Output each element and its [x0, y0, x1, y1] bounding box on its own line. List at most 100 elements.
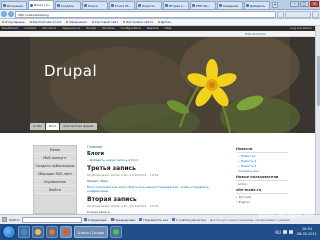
browser-tab[interactable]: Сведения [217, 1, 243, 9]
taskbar-active-window[interactable]: Блоги | Drupal [74, 226, 108, 238]
tab-favicon [3, 4, 6, 7]
main-menu-item[interactable]: О Нас [30, 123, 46, 130]
post-title[interactable]: Вторая запись [87, 196, 227, 203]
user-link[interactable]: admin [236, 182, 288, 186]
post-body: Привет, Мир! [87, 179, 109, 183]
browser-tab[interactable]: Новое [82, 1, 108, 9]
browser-tab[interactable]: Новость [136, 1, 162, 9]
find-previous-button[interactable]: Предыдущее [110, 218, 135, 222]
taskbar-icon-firefox[interactable] [60, 226, 72, 238]
find-input[interactable] [21, 216, 82, 223]
add-post-label: Добавить новую запись в блог. [89, 158, 140, 162]
tab-label: Вторая з... [169, 3, 186, 8]
bookmark-item[interactable]: Дрпал [157, 20, 171, 24]
left-menu-item[interactable]: Сборщик RSS-лент [34, 170, 76, 178]
bookmark-item[interactable]: Настройки сайта [123, 20, 153, 24]
taskbar-icon-ie[interactable] [18, 226, 30, 238]
left-menu-item[interactable]: Управление [34, 178, 76, 186]
clock[interactable]: 10:54 08.05.2011 [297, 227, 317, 237]
match-case-checkbox[interactable]: С учётом регистра [172, 218, 206, 222]
tab-favicon [84, 4, 87, 7]
site-name[interactable]: Drupal [44, 62, 97, 80]
left-menu-item[interactable]: Мой аккаунт [34, 154, 76, 162]
bookmark-label: Бесплатная почта [32, 20, 62, 24]
bookmark-label: Настройки сайта [126, 20, 153, 24]
site-header: Drupal О Нас Блог Контактная форма [0, 37, 320, 133]
navigation-bar: ‹ › http://sitemade/blog [0, 10, 320, 19]
bookmark-item[interactable]: Изменения [66, 20, 87, 24]
news-item[interactable]: • Новость1 [236, 154, 288, 158]
browser-tab[interactable]: Found Ht... [109, 1, 135, 9]
show-all-link[interactable]: показать все [236, 169, 288, 173]
tab-favicon [165, 4, 168, 7]
taskbar-icon-media[interactable] [46, 226, 58, 238]
network-icon[interactable] [282, 230, 287, 234]
breadcrumb[interactable]: Главная [87, 145, 227, 149]
bookmark-icon [123, 21, 125, 23]
bookmark-item[interactable]: Тестовый сайт [91, 20, 118, 24]
close-button[interactable]: × [310, 1, 319, 7]
bookmark-icon [66, 21, 69, 23]
tab-label: Новость [142, 3, 155, 8]
main-menu-item[interactable]: Блог [46, 123, 60, 130]
tab-favicon [246, 4, 249, 7]
tab-favicon [192, 4, 195, 7]
bookmark-label: Популярные [5, 20, 25, 24]
tab-bar: Вложения Блоги | D... Создать Новое Found Ht… [0, 0, 320, 10]
bookmark-icon [91, 21, 94, 23]
bookmark-item[interactable]: Популярные [2, 20, 25, 24]
language-indicator[interactable]: RU [275, 230, 281, 235]
language-russian[interactable]: • Русский [236, 195, 288, 199]
taskbar: Блоги | Drupal RU 10:54 08.05.2011 [0, 224, 320, 240]
header-banner-image [0, 37, 320, 133]
reload-button[interactable] [277, 10, 284, 18]
bookmark-item[interactable]: Бесплатная почта [29, 20, 62, 24]
new-tab-button[interactable]: + [272, 2, 278, 8]
volume-icon[interactable] [288, 230, 293, 234]
news-item[interactable]: • Новость 3 [236, 164, 288, 168]
tab-label: Блоги | D... [34, 3, 52, 7]
taskbar-icon-explorer[interactable] [32, 226, 44, 238]
close-find-icon[interactable]: × [2, 217, 7, 222]
bookmark-icon [157, 21, 160, 23]
new-users-heading: Новые пользователи [236, 175, 288, 181]
taskbar-icon-app[interactable] [110, 226, 122, 238]
minimize-button[interactable]: – [290, 1, 299, 7]
browser-tab[interactable]: Добавить [244, 1, 270, 9]
bookmarks-bar: Популярные Бесплатная почта Изменения Тесто… [0, 19, 320, 26]
browser-tab[interactable]: Создать [55, 1, 81, 9]
tab-label: Новое [88, 3, 98, 8]
news-item-label: Новость 2 [240, 159, 257, 163]
left-menu-item[interactable]: Выйти [34, 186, 76, 194]
post-title[interactable]: Третья запись [87, 165, 227, 172]
tab-favicon [30, 3, 33, 7]
post-meta: Опубликовано admin в Вс, 07/12/2011 - 10… [87, 204, 159, 208]
web-page: Dashboard Content Structure Appearance Peopl… [0, 26, 320, 214]
main-menu: О Нас Блог Контактная форма [30, 121, 98, 130]
tab-favicon [138, 4, 141, 7]
browser-tab[interactable]: Вторая з... [163, 1, 189, 9]
maximize-button[interactable]: □ [300, 1, 309, 7]
highlight-all-button[interactable]: Подсветить все [139, 218, 168, 222]
news-item[interactable]: • Новость 2 [236, 159, 288, 163]
start-button[interactable] [2, 225, 16, 239]
address-bar[interactable]: http://sitemade/blog [15, 10, 276, 18]
browser-tab[interactable]: PHP Ver... [190, 1, 216, 9]
language-label: English [238, 200, 250, 204]
page-title: Блоги [87, 151, 105, 157]
browser-tab[interactable]: Вложения [1, 1, 27, 9]
forward-button[interactable]: › [8, 11, 14, 17]
post-links[interactable]: Блог пользователя admin Войти или зареги… [87, 185, 227, 193]
vertical-scrollbar[interactable] [315, 26, 320, 214]
browser-tab[interactable]: Блоги | D... [28, 0, 54, 9]
home-icon[interactable] [312, 10, 319, 18]
left-menu-item[interactable]: Меню [34, 146, 76, 154]
language-english[interactable]: • English [236, 200, 288, 204]
main-menu-item[interactable]: Контактная форма [60, 123, 97, 130]
tab-label: Создать [61, 3, 74, 8]
left-menu-item[interactable]: Создать публикацию [34, 162, 76, 170]
add-post-link[interactable]: • Добавить новую запись в блог. [87, 158, 227, 162]
back-button[interactable]: ‹ [1, 11, 7, 17]
search-box[interactable] [285, 10, 311, 18]
find-next-button[interactable]: Следующее [83, 218, 107, 222]
